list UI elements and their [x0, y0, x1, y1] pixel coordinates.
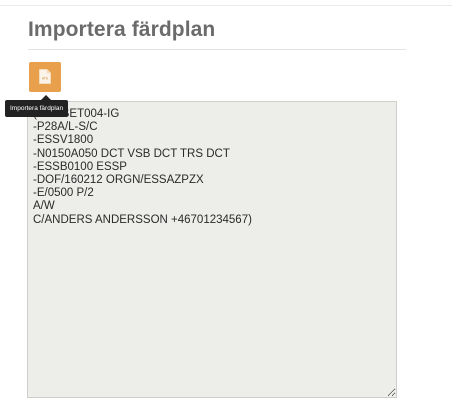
flight-plan-textarea[interactable]: (FPL-SET004-IG -P28A/L-S/C -ESSV1800 -N0…	[27, 101, 397, 398]
import-flight-plan-button[interactable]: ATS	[29, 62, 61, 92]
file-icon-label: ATS	[42, 77, 48, 81]
top-divider	[0, 5, 452, 6]
page-title: Importera färdplan	[28, 18, 216, 41]
file-icon: ATS	[39, 69, 51, 84]
title-divider	[28, 49, 406, 50]
import-flight-plan-page: Importera färdplan ATS Importera färdpla…	[0, 0, 452, 406]
import-tooltip: Importera färdplan	[5, 100, 69, 117]
